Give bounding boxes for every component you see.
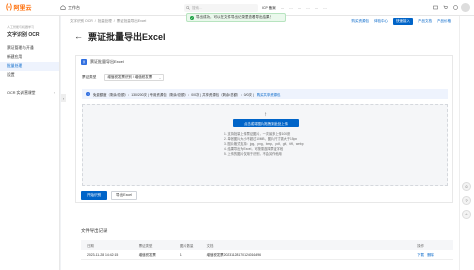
chevron-right-icon: › (53, 91, 55, 95)
top-right-icons (433, 5, 458, 10)
cell-date: 2023-11-28 14:42:15 (87, 252, 119, 257)
page-title: 票证批量导出Excel (88, 32, 166, 42)
quota-info-bar: i 免费额度（剩余/总额）：130/200次 | 专用资源包（剩余/总额）：0/… (82, 89, 448, 99)
card-header: 票 票证批量导出Excel (76, 56, 452, 68)
top-link[interactable]: … (315, 6, 319, 10)
breadcrumb: 文字识别 OCR / 批量处理 / 票证批量导出Excel (70, 19, 146, 24)
top-link[interactable]: … (298, 6, 302, 10)
cell-doc: 增值税发票20231128170124016496 (206, 253, 262, 257)
collapse-sidebar-button[interactable]: ‹ (61, 94, 66, 102)
workbench-label: 工作台 (68, 4, 80, 10)
ticket-type-row: 票证类型 增值税发票识别 / 增值税发票 ⌄ (82, 74, 165, 81)
header-actions: 购买资源包 体验中心 快速接入 产品文档 产品价格 (352, 18, 451, 25)
top-link[interactable]: ICP 备案 (262, 6, 276, 11)
buy-shared-package-link[interactable]: 购买共享资源包 (257, 92, 281, 97)
sidebar-section-label: OCR 实训营课堂 (7, 91, 36, 95)
user-avatar[interactable] (461, 3, 470, 12)
logo-mark: (-) (6, 4, 12, 11)
help-icon[interactable]: ? (462, 196, 471, 205)
cell-actions: 下载 删除 (417, 252, 453, 257)
download-link[interactable]: 下载 (417, 252, 424, 257)
export-excel-button[interactable]: 导出Excel (111, 191, 137, 200)
buy-package-link[interactable]: 购买资源包 (352, 19, 370, 24)
table-row: 2023-11-28 14:42:15 增值税发票 1 增值税发票2023112… (81, 250, 453, 260)
sidebar-item-manage[interactable]: 票证管理与开通 (0, 44, 59, 53)
upload-tips: 1. 支持批量上传票证图片，一次最多上传100张 2. 单张图片大小不超过10M… (224, 132, 303, 157)
sidebar-item-batch[interactable]: 批量处理 (0, 62, 59, 71)
sidebar-item-new-app[interactable]: 新建应用 (0, 53, 59, 62)
delete-link[interactable]: 删除 (427, 252, 434, 257)
success-toast: ✓ 导出成功，可以在文件导出记录里查看导出结果！ (186, 13, 286, 22)
card-title: 票证批量导出Excel (90, 59, 124, 64)
ticket-type-select[interactable]: 增值税发票识别 / 增值税发票 ⌄ (104, 74, 165, 81)
cart-icon[interactable] (443, 5, 448, 10)
experience-center-link[interactable]: 体验中心 (374, 19, 388, 24)
back-to-top-icon[interactable]: ^ (462, 210, 471, 219)
home-icon (60, 5, 66, 10)
sidebar-section-training[interactable]: OCR 实训营课堂 › (0, 89, 59, 98)
logo-text: 阿里云 (13, 6, 32, 12)
breadcrumb-item[interactable]: 文字识别 OCR (70, 19, 93, 24)
records-title: 文件导出记录 (81, 228, 108, 233)
breadcrumb-separator: / (94, 19, 96, 23)
message-icon[interactable] (433, 5, 438, 10)
cell-count: 1 (179, 252, 182, 257)
page-header: ← 票证批量导出Excel (74, 30, 166, 43)
column-header: 操作 (417, 243, 425, 248)
column-header: 日期 (87, 243, 94, 248)
sidebar-subtitle: 人工智能与机器学习 (7, 25, 35, 29)
info-icon: i (86, 92, 90, 96)
top-link[interactable]: … (281, 6, 285, 10)
column-header: 文档 (206, 243, 214, 248)
workbench-link[interactable]: 工作台 (60, 5, 80, 11)
aliyun-logo[interactable]: (-) 阿里云 (6, 3, 60, 12)
quick-access-button[interactable]: 快速接入 (393, 18, 413, 25)
check-circle-icon: ✓ (190, 15, 194, 20)
cell-type: 增值税发票 (138, 253, 156, 257)
back-arrow-icon[interactable]: ← (74, 32, 83, 41)
toast-message: 导出成功，可以在文件导出记录里查看导出结果！ (196, 15, 273, 19)
upload-icon: ↑ (264, 112, 267, 118)
main-content: 文字识别 OCR / 批量处理 / 票证批量导出Excel 购买资源包 体验中心… (61, 16, 459, 270)
breadcrumb-separator: / (113, 19, 115, 23)
column-header: 票证类型 (138, 243, 153, 248)
chevron-down-icon: ⌄ (158, 75, 162, 80)
quota-text: 免费额度（剩余/总额）：130/200次 | 专用资源包（剩余/总额）：0/0次… (93, 92, 254, 97)
pricing-link[interactable]: 产品价格 (437, 19, 451, 24)
top-link[interactable]: … (289, 6, 293, 10)
upload-tip: 5. 上传的图片仅用于识别，不会另作他用 (224, 152, 282, 156)
search-placeholder: 搜索… (192, 5, 203, 10)
table-header: 日期 票证类型 图片数量 文档 操作 (81, 240, 453, 250)
upload-button[interactable]: 点击或将图片拖拽到此处上传 (233, 119, 299, 127)
sidebar-item-settings[interactable]: 设置 (0, 71, 59, 80)
sidebar-title: 文字识别 OCR (7, 32, 40, 38)
docs-link[interactable]: 产品文档 (418, 19, 432, 24)
column-header: 图片数量 (179, 243, 194, 248)
search-icon (186, 6, 190, 10)
records-table: 日期 票证类型 图片数量 文档 操作 2023-11-28 14:42:15 增… (81, 240, 453, 260)
breadcrumb-current: 票证批量导出Excel (116, 19, 147, 23)
upload-dropzone[interactable]: ↑ 点击或将图片拖拽到此处上传 1. 支持批量上传票证图片，一次最多上传100张… (82, 104, 448, 186)
ticket-type-label: 票证类型 (82, 75, 97, 79)
language-icon[interactable] (453, 5, 458, 10)
ticket-type-value: 增值税发票识别 / 增值税发票 (107, 75, 153, 79)
chat-icon[interactable]: ☺ (462, 182, 471, 191)
top-link[interactable]: … (323, 6, 327, 10)
right-float-rail (459, 16, 474, 270)
export-card: 票 票证批量导出Excel 票证类型 增值税发票识别 / 增值税发票 ⌄ i 免… (75, 55, 453, 203)
top-link[interactable]: … (306, 6, 310, 10)
start-recognition-button[interactable]: 开始识别 (81, 191, 107, 200)
top-search-input[interactable]: 搜索… (184, 4, 258, 12)
left-sidebar: 人工智能与机器学习 文字识别 OCR 票证管理与开通 新建应用 批量处理 设置 … (0, 16, 60, 270)
breadcrumb-item[interactable]: 批量处理 (98, 19, 112, 24)
ticket-icon: 票 (81, 59, 87, 65)
